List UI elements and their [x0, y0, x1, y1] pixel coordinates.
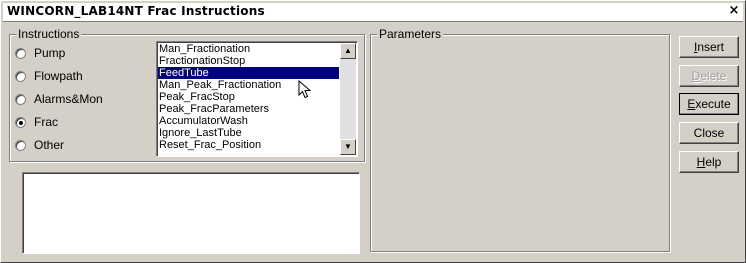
- instruction-description-box: [22, 172, 360, 254]
- list-scrollbar[interactable]: ▲ ▼: [340, 43, 356, 155]
- radio-button-icon[interactable]: [15, 93, 26, 105]
- radio-flowpath[interactable]: Flowpath: [15, 68, 83, 84]
- title-bar[interactable]: WINCORN_LAB14NT Frac Instructions ×: [3, 3, 743, 22]
- scroll-up-arrow-icon[interactable]: ▲: [340, 43, 356, 59]
- radio-button-selected-icon[interactable]: [15, 116, 26, 128]
- radio-other[interactable]: Other: [15, 137, 64, 153]
- scroll-down-arrow-icon[interactable]: ▼: [340, 139, 356, 155]
- insert-label: nsert: [697, 40, 725, 54]
- delete-label: elete: [700, 69, 727, 83]
- list-item[interactable]: Man_Fractionation: [158, 43, 339, 55]
- window-title: WINCORN_LAB14NT Frac Instructions: [7, 4, 265, 18]
- radio-frac[interactable]: Frac: [15, 114, 58, 130]
- close-icon[interactable]: ×: [727, 3, 741, 19]
- delete-button[interactable]: Delete: [679, 65, 739, 87]
- mouse-pointer-icon: [298, 80, 312, 99]
- radio-label-frac: Frac: [34, 115, 58, 129]
- parameters-group: Parameters: [370, 27, 670, 252]
- list-item[interactable]: Peak_FracParameters: [158, 103, 339, 115]
- insert-button[interactable]: Insert: [679, 36, 739, 58]
- delete-mnemonic: D: [691, 69, 701, 83]
- help-button[interactable]: Help: [679, 151, 739, 173]
- radio-pump[interactable]: Pump: [15, 45, 65, 61]
- list-item[interactable]: Reset_Frac_Position: [158, 139, 339, 151]
- radio-label-other: Other: [34, 138, 65, 152]
- radio-button-icon[interactable]: [15, 70, 26, 82]
- close-button[interactable]: Close: [679, 122, 739, 144]
- list-item[interactable]: FractionationStop: [158, 55, 339, 67]
- close-label: Close: [693, 126, 725, 140]
- parameters-group-label: Parameters: [377, 27, 444, 41]
- list-item[interactable]: AccumulatorWash: [158, 115, 339, 127]
- list-item-selected[interactable]: FeedTube: [158, 67, 339, 79]
- radio-label-pump: Pump: [34, 46, 66, 60]
- frac-instructions-dialog: WINCORN_LAB14NT Frac Instructions × Inst…: [0, 0, 746, 263]
- list-item[interactable]: Ignore_LastTube: [158, 127, 339, 139]
- radio-label-flowpath: Flowpath: [34, 69, 83, 83]
- radio-button-icon[interactable]: [15, 139, 26, 151]
- radio-button-icon[interactable]: [15, 47, 26, 59]
- instruction-listbox[interactable]: Man_Fractionation FractionationStop Feed…: [156, 41, 358, 157]
- radio-alarms-mon[interactable]: Alarms&Mon: [15, 91, 103, 107]
- instructions-group-label: Instructions: [16, 27, 82, 41]
- execute-label: xecute: [695, 97, 731, 111]
- help-label: elp: [705, 155, 722, 169]
- radio-label-alarms-mon: Alarms&Mon: [34, 92, 103, 106]
- execute-button[interactable]: Execute: [679, 93, 739, 115]
